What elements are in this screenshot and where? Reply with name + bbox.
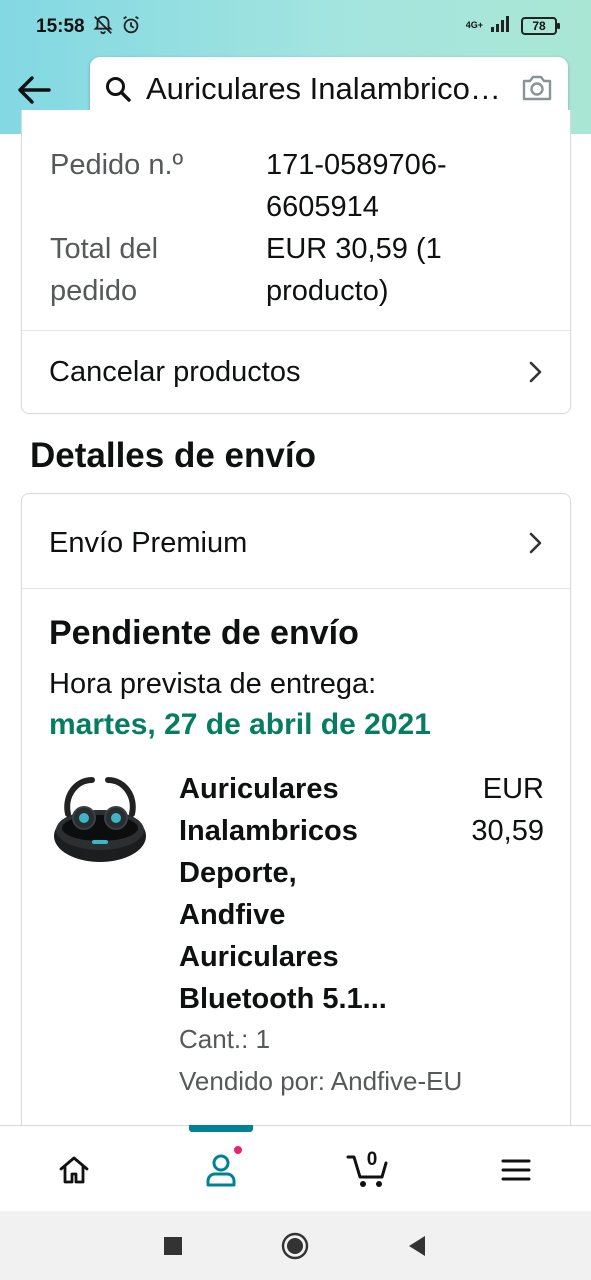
recents-icon[interactable] bbox=[158, 1231, 188, 1261]
menu-icon[interactable] bbox=[494, 1148, 538, 1192]
product-image[interactable] bbox=[50, 766, 150, 874]
chevron-right-icon bbox=[524, 359, 546, 385]
notification-dot bbox=[232, 1144, 244, 1156]
order-number-value-line1: 171-0589706- bbox=[266, 149, 447, 181]
order-number-label: Pedido n.º bbox=[50, 149, 184, 181]
alarm-icon bbox=[120, 14, 142, 41]
shipping-method-label: Envío Premium bbox=[49, 526, 248, 559]
search-icon[interactable] bbox=[104, 75, 132, 103]
shipping-status-title: Pendiente de envío bbox=[49, 614, 359, 652]
bottom-navigation: 0 bbox=[0, 1125, 591, 1211]
order-total-value-line1: EUR 30,59 (1 bbox=[266, 233, 442, 265]
shipping-section-title: Detalles de envío bbox=[30, 436, 316, 475]
divider bbox=[22, 588, 570, 589]
order-number-value-line2: 6605914 bbox=[266, 191, 379, 223]
shipping-card: Envío Premium Pendiente de envío Hora pr… bbox=[21, 493, 571, 1133]
status-bar: 15:58 4G+ 78 bbox=[0, 0, 591, 52]
home-icon[interactable] bbox=[52, 1148, 96, 1192]
cart-count: 0 bbox=[366, 1149, 378, 1170]
home-button-icon[interactable] bbox=[280, 1231, 310, 1261]
order-total-value-line2: producto) bbox=[266, 275, 389, 307]
product-price: EUR 30,59 bbox=[471, 773, 544, 847]
signal-icon bbox=[491, 14, 513, 37]
battery-icon: 78 bbox=[521, 16, 560, 35]
arrow-left-icon bbox=[18, 76, 51, 104]
back-triangle-icon[interactable] bbox=[402, 1231, 432, 1261]
network-type: 4G+ bbox=[465, 20, 483, 30]
order-total-label-line1: Total del bbox=[50, 233, 159, 265]
notifications-off-icon bbox=[92, 14, 114, 41]
chevron-right-icon bbox=[524, 530, 546, 556]
cancel-products-row[interactable]: Cancelar productos bbox=[22, 331, 570, 413]
shipping-method-row[interactable]: Envío Premium bbox=[22, 502, 570, 584]
delivery-eta-date: martes, 27 de abril de 2021 bbox=[49, 708, 431, 741]
search-input[interactable]: Auriculares Inalambricos Deporte bbox=[146, 71, 501, 107]
camera-icon[interactable] bbox=[520, 73, 554, 103]
status-time: 15:58 bbox=[36, 16, 85, 37]
active-tab-indicator bbox=[189, 1125, 253, 1132]
cancel-products-label: Cancelar productos bbox=[49, 355, 301, 388]
system-navigation-bar bbox=[0, 1211, 591, 1280]
product-seller: Vendido por: Andfive-EU bbox=[179, 1066, 463, 1096]
product-title[interactable]: Auriculares Inalambricos Deporte, Andfiv… bbox=[179, 768, 429, 1020]
delivery-eta-label: Hora prevista de entrega: bbox=[49, 668, 377, 700]
order-total-label-line2: pedido bbox=[50, 275, 138, 307]
product-quantity: Cant.: 1 bbox=[179, 1024, 271, 1054]
order-summary-card: Pedido n.º 171-0589706- 6605914 Total de… bbox=[21, 110, 571, 414]
back-button[interactable] bbox=[14, 70, 54, 110]
